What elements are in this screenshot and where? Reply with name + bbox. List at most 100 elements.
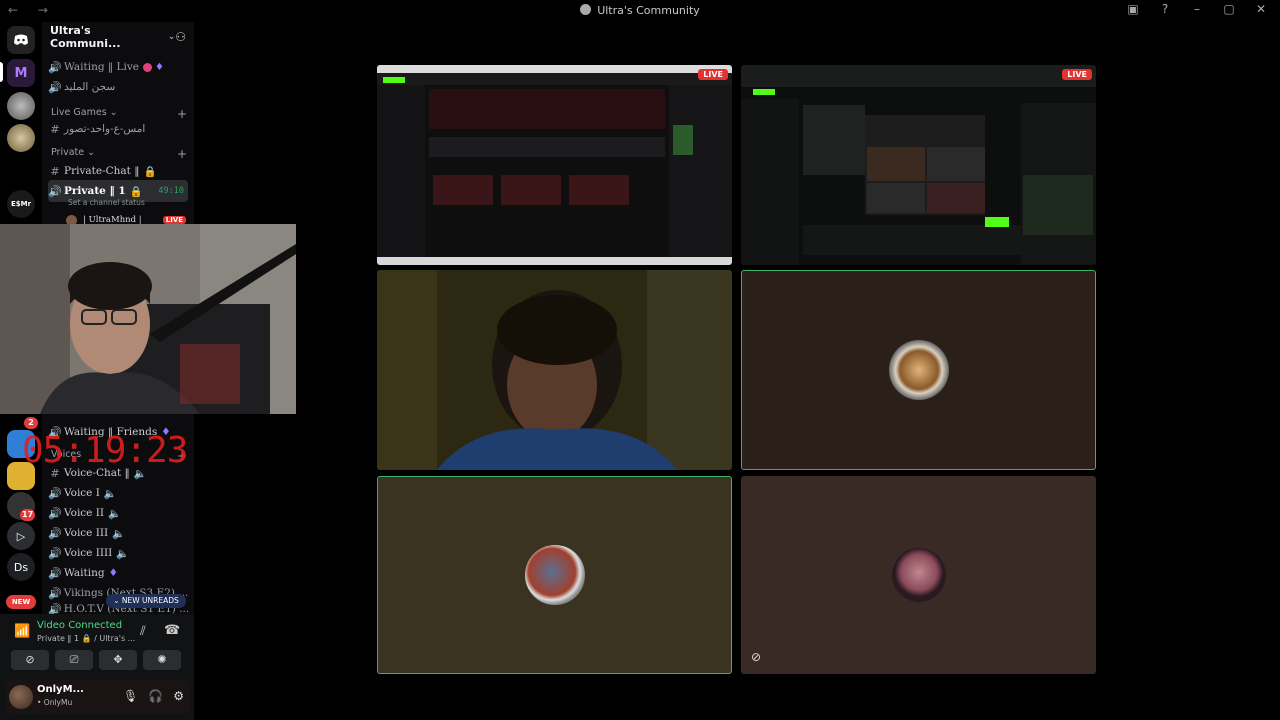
live-badge: LIVE xyxy=(1062,69,1092,80)
server-ultra-icon[interactable]: M xyxy=(7,59,35,87)
boost-icon: ♦ xyxy=(108,567,118,579)
server-icon xyxy=(580,4,592,15)
help-icon[interactable]: ? xyxy=(1156,2,1174,16)
screenshare-tile-2[interactable]: LIVE xyxy=(741,65,1096,265)
channel-voice-4[interactable]: 🔊 Voice IIII 🔈 xyxy=(48,543,188,563)
disconnect-icon[interactable]: ☎ xyxy=(164,623,180,638)
minimize-icon[interactable]: – xyxy=(1188,2,1206,16)
add-channel-icon[interactable]: + xyxy=(177,147,187,161)
streamer-webcam-overlay xyxy=(0,224,296,414)
speaker-active-icon: 🔈 xyxy=(103,487,117,500)
voice-status: Video Connected xyxy=(37,620,123,631)
speaker-icon: 🔊 xyxy=(48,60,62,74)
server-emr-icon[interactable]: E$Mr xyxy=(7,190,35,218)
avatar xyxy=(524,545,585,605)
close-icon[interactable]: ✕ xyxy=(1252,2,1270,16)
screenshare-tile-1[interactable]: LIVE xyxy=(377,65,732,265)
server-header[interactable]: Ultra's Communi... ⌄ ⚇ xyxy=(42,22,194,52)
chevron-down-icon: ⌄ xyxy=(167,32,176,42)
voice-duration: 49:10 xyxy=(158,186,184,196)
channel-live-games-text[interactable]: # امس-ع-واحد-تصور xyxy=(48,119,188,139)
set-channel-status[interactable]: Set a channel status xyxy=(68,198,145,207)
guild-mention-badge: 2 xyxy=(24,417,38,429)
soundboard-button[interactable]: ✺ xyxy=(143,650,181,670)
guild-mention-badge-2: 17 xyxy=(20,509,36,521)
channel-voice-1[interactable]: 🔊 Voice I 🔈 xyxy=(48,483,188,503)
speaker-icon: 🔊 xyxy=(48,526,62,540)
new-servers-badge[interactable]: NEW xyxy=(6,595,36,609)
title-bar: ← → Ultra's Community ▣ ? – ▢ ✕ xyxy=(0,0,1280,22)
speaker-icon: 🔊 xyxy=(48,486,62,500)
speaker-icon: 🔊 xyxy=(48,586,62,600)
discord-logo-icon xyxy=(14,34,28,45)
toggle-camera-button[interactable]: ⊘ xyxy=(11,650,49,670)
server-name: Ultra's Communi... xyxy=(50,24,121,50)
share-screen-button[interactable]: ⎚ xyxy=(55,650,93,670)
headphones-icon[interactable]: 🎧 xyxy=(148,689,163,703)
signal-icon[interactable]: 📶 xyxy=(14,624,30,639)
avatar xyxy=(888,340,949,400)
speaker-active-icon: 🔈 xyxy=(108,507,122,520)
channel-waiting[interactable]: 🔊 Waiting ♦ xyxy=(48,563,188,583)
participant-audio-tile-2[interactable] xyxy=(377,476,732,674)
activities-button[interactable]: ✥ xyxy=(99,650,137,670)
voice-channel-path[interactable]: Private ‖ 1 🔒 / Ultra's ... xyxy=(37,634,135,643)
maximize-icon[interactable]: ▢ xyxy=(1220,2,1238,16)
speaker-icon: 🔊 xyxy=(48,184,62,198)
soundboard-icon: ✺ xyxy=(157,653,167,666)
hash-icon: # xyxy=(50,164,60,178)
participant-audio-tile-1[interactable] xyxy=(741,270,1096,470)
screenshare-image xyxy=(377,65,732,265)
user-panel[interactable]: OnlyM... • OnlyMu 🎙 🎧 ⚙ xyxy=(6,680,190,714)
speaker-icon: 🔊 xyxy=(48,566,62,580)
new-unreads-button[interactable]: ⌄ NEW UNREADS xyxy=(106,594,186,608)
screenshare-image xyxy=(741,65,1096,265)
live-dot-icon xyxy=(142,62,152,72)
channel-voice-2[interactable]: 🔊 Voice II 🔈 xyxy=(48,503,188,523)
server-avatar-2-icon[interactable] xyxy=(7,124,35,152)
channel-voice-3[interactable]: 🔊 Voice III 🔈 xyxy=(48,523,188,543)
chevron-down-icon: ⌄ xyxy=(113,596,120,605)
channel-waiting-live[interactable]: 🔊 Waiting ‖ Live ♦ xyxy=(48,57,188,77)
live-badge: LIVE xyxy=(698,69,728,80)
selected-server-pill xyxy=(0,62,3,82)
microphone-icon[interactable]: 🎙 xyxy=(123,689,138,703)
add-member-icon[interactable]: ⚇ xyxy=(175,30,186,44)
speaker-active-icon: 🔈 xyxy=(116,547,130,560)
noise-suppression-icon[interactable]: ⫽ xyxy=(140,624,146,639)
avatar xyxy=(891,548,946,602)
lock-icon: 🔒 xyxy=(129,185,143,198)
channel-prison[interactable]: 🔊 سجن المليد xyxy=(48,77,188,97)
screen-share-icon: ⎚ xyxy=(69,653,79,666)
speaker-icon: 🔊 xyxy=(48,546,62,560)
participant-camera-tile[interactable] xyxy=(377,270,732,470)
discord-home-icon[interactable] xyxy=(7,26,35,54)
chevron-down-icon: ⌄ xyxy=(87,147,96,158)
channel-private-chat[interactable]: # Private-Chat ‖ 🔒 xyxy=(48,161,188,181)
speaker-active-icon: 🔈 xyxy=(112,527,126,540)
camera-off-icon: ⊘ xyxy=(751,650,762,664)
hash-icon: # xyxy=(50,122,60,136)
lock-icon: 🔒 xyxy=(143,165,157,178)
category-private[interactable]: Private ⌄ + xyxy=(51,147,187,161)
webcam-image xyxy=(0,224,296,414)
inbox-icon[interactable]: ▣ xyxy=(1124,2,1142,16)
participant-audio-tile-3[interactable]: ⊘ xyxy=(741,476,1096,674)
speaker-icon: 🔊 xyxy=(48,80,62,94)
server-ds-icon[interactable]: Ds xyxy=(7,553,35,581)
server-play-icon[interactable]: ▷ xyxy=(7,522,35,550)
avatar[interactable] xyxy=(9,685,33,709)
participant-video-image xyxy=(377,270,732,470)
activities-icon: ✥ xyxy=(113,653,123,666)
voice-connection-panel: 📶 Video Connected Private ‖ 1 🔒 / Ultra'… xyxy=(0,614,194,720)
live-badge: LIVE xyxy=(162,216,186,224)
server-avatar-1-icon[interactable] xyxy=(7,92,35,120)
username: OnlyM... xyxy=(37,684,84,695)
camera-off-icon: ⊘ xyxy=(25,653,35,666)
stream-timer: 05:19:23 xyxy=(22,430,188,471)
window-title: Ultra's Community xyxy=(0,4,1280,17)
user-status: • OnlyMu xyxy=(37,698,73,707)
gear-icon[interactable]: ⚙ xyxy=(173,689,184,703)
boost-icon: ♦ xyxy=(154,61,164,73)
speaker-icon: 🔊 xyxy=(48,506,62,520)
